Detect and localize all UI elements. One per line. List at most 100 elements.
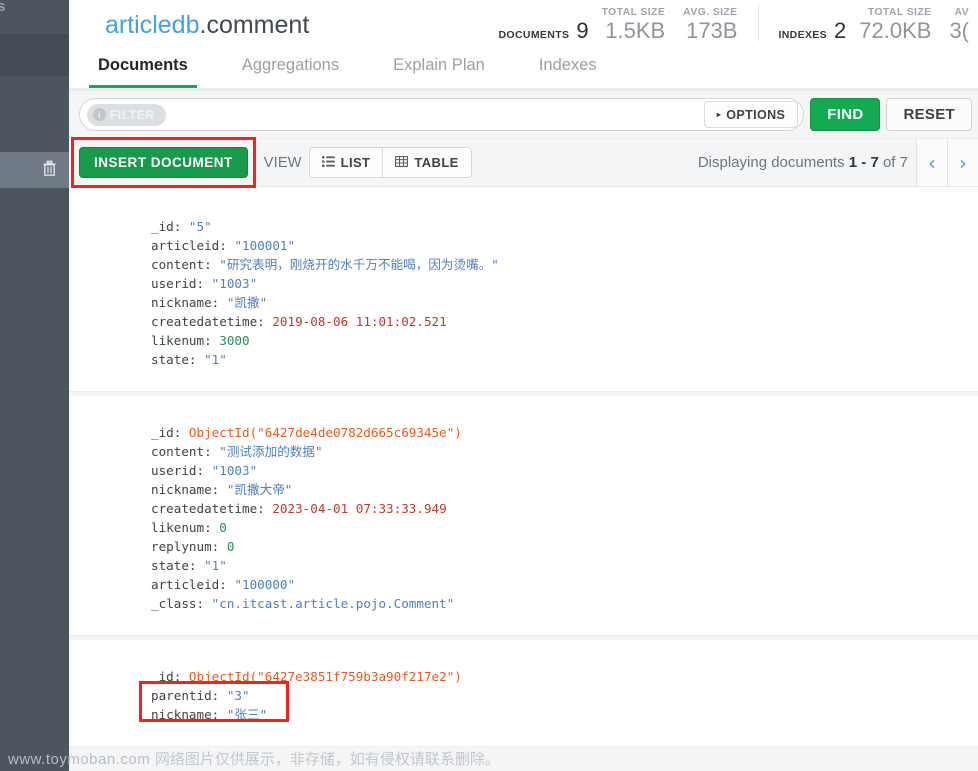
prev-page-button[interactable]: ‹ bbox=[916, 139, 947, 186]
tab-aggregations[interactable]: Aggregations bbox=[242, 50, 339, 85]
view-mode-list[interactable]: LIST bbox=[309, 148, 383, 177]
pagination-of: of bbox=[882, 154, 896, 171]
field-value: "凯撒大帝" bbox=[226, 482, 293, 497]
document-card[interactable]: _id: ObjectId("6427e3851f759b3a90f217e2"… bbox=[69, 640, 978, 747]
collection-stats: DOCUMENTS 9 TOTAL SIZE 1.5KB AVG. SIZE 1… bbox=[490, 0, 978, 50]
list-icon bbox=[321, 156, 335, 169]
sidebar-row-selected[interactable] bbox=[0, 152, 69, 188]
stats-divider bbox=[758, 5, 760, 41]
field-key: likenum: bbox=[151, 520, 220, 535]
document-field-line[interactable]: nickname: "凯撒" bbox=[151, 293, 978, 312]
view-mode-table[interactable]: TABLE bbox=[382, 148, 471, 177]
options-label: OPTIONS bbox=[726, 107, 786, 122]
reset-button[interactable]: RESET bbox=[886, 98, 972, 131]
document-field-line[interactable]: state: "1" bbox=[151, 556, 978, 575]
document-field-line[interactable]: _id: ObjectId("6427e3851f759b3a90f217e2"… bbox=[151, 667, 978, 686]
table-icon bbox=[395, 156, 409, 169]
indexes-stats: INDEXES 2 TOTAL SIZE 72.0KB AV 3( bbox=[769, 5, 978, 43]
field-value: "测试添加的数据" bbox=[219, 444, 323, 459]
view-mode-list-label: LIST bbox=[340, 155, 371, 170]
field-key: userid: bbox=[151, 463, 212, 478]
document-field-line[interactable]: userid: "1003" bbox=[151, 461, 978, 480]
document-field-line[interactable]: _id: "5" bbox=[151, 217, 978, 236]
document-field-line[interactable]: content: "研究表明，刚烧开的水千万不能喝，因为烫嘴。" bbox=[151, 255, 978, 274]
tab-indexes[interactable]: Indexes bbox=[539, 50, 597, 85]
document-field-line[interactable]: content: "测试添加的数据" bbox=[151, 442, 978, 461]
collection-tabs: Documents Aggregations Explain Plan Inde… bbox=[69, 50, 978, 91]
main-panel: articledb.comment DOCUMENTS 9 TOTAL SIZE… bbox=[69, 0, 978, 771]
view-mode-table-label: TABLE bbox=[414, 155, 459, 170]
field-value: 0 bbox=[226, 539, 235, 554]
field-value: "凯撒" bbox=[226, 295, 268, 310]
options-button[interactable]: ▸ OPTIONS bbox=[703, 101, 799, 128]
document-field-line[interactable]: state: "1" bbox=[151, 350, 978, 369]
document-field-line[interactable]: articleid: "100000" bbox=[151, 575, 978, 594]
filter-badge-label: FILTER bbox=[110, 107, 155, 122]
document-fields: _id: ObjectId("6427de4de0782d665c69345e"… bbox=[151, 423, 978, 613]
field-key: content: bbox=[151, 444, 220, 459]
documents-count-block: DOCUMENTS 9 bbox=[490, 19, 593, 43]
field-value: "研究表明，刚烧开的水千万不能喝，因为烫嘴。" bbox=[219, 257, 499, 272]
field-value: 2023-04-01 07:33:33.949 bbox=[272, 501, 447, 516]
collection-header: articledb.comment DOCUMENTS 9 TOTAL SIZE… bbox=[69, 0, 978, 50]
tab-explain-plan[interactable]: Explain Plan bbox=[393, 50, 485, 85]
namespace-title: articledb.comment bbox=[105, 11, 309, 40]
field-key: state: bbox=[151, 558, 205, 573]
field-value: "1003" bbox=[211, 463, 258, 478]
document-field-line[interactable]: nickname: "凯撒大帝" bbox=[151, 480, 978, 499]
document-field-line[interactable]: createdatetime: 2023-04-01 07:33:33.949 bbox=[151, 499, 978, 518]
field-key: content: bbox=[151, 257, 220, 272]
field-value: "3" bbox=[226, 688, 250, 703]
document-field-line[interactable]: replynum: 0 bbox=[151, 537, 978, 556]
document-field-line[interactable]: userid: "1003" bbox=[151, 274, 978, 293]
document-field-line[interactable]: likenum: 3000 bbox=[151, 331, 978, 350]
document-fields: _id: ObjectId("6427e3851f759b3a90f217e2"… bbox=[139, 667, 978, 724]
mongodb-compass-window: s articledb.comment DOCUMENTS 9 TOTAL SI… bbox=[0, 0, 978, 771]
trash-icon[interactable] bbox=[42, 159, 57, 177]
sidebar-row-top[interactable]: s bbox=[0, 0, 69, 34]
documents-stats: DOCUMENTS 9 TOTAL SIZE 1.5KB AVG. SIZE 1… bbox=[490, 5, 747, 43]
field-value: "5" bbox=[188, 219, 212, 234]
indexes-label: INDEXES bbox=[778, 29, 828, 41]
database-name: articledb bbox=[105, 10, 200, 39]
pagination-total: 7 bbox=[899, 154, 908, 171]
document-field-line[interactable]: nickname: "张三" bbox=[151, 705, 978, 724]
document-card[interactable]: _id: ObjectId("6427de4de0782d665c69345e"… bbox=[69, 396, 978, 636]
documents-list[interactable]: _id: "5" articleid: "100001" content: "研究表… bbox=[69, 190, 978, 771]
sidebar-row-header[interactable] bbox=[0, 34, 69, 76]
field-key: nickname: bbox=[151, 295, 227, 310]
document-field-line[interactable]: createdatetime: 2019-08-06 11:01:02.521 bbox=[151, 312, 978, 331]
document-field-line[interactable]: _id: ObjectId("6427de4de0782d665c69345e"… bbox=[151, 423, 978, 442]
document-field-line[interactable]: _class: "cn.itcast.article.pojo.Comment" bbox=[151, 594, 978, 613]
indexes-total-size-block: TOTAL SIZE 72.0KB bbox=[850, 5, 940, 43]
insert-document-wrapper: INSERT DOCUMENT bbox=[71, 137, 256, 188]
filter-input[interactable]: i FILTER ▸ OPTIONS bbox=[79, 98, 805, 131]
field-key: nickname: bbox=[151, 482, 227, 497]
view-label: VIEW bbox=[263, 154, 302, 171]
tab-documents[interactable]: Documents bbox=[89, 50, 197, 88]
field-value: ObjectId("6427de4de0782d665c69345e") bbox=[188, 425, 462, 440]
pagination-prefix: Displaying documents bbox=[697, 154, 845, 171]
insert-document-button[interactable]: INSERT DOCUMENT bbox=[79, 147, 248, 178]
field-key: parentid: bbox=[151, 688, 227, 703]
documents-total-size-block: TOTAL SIZE 1.5KB bbox=[593, 5, 675, 43]
document-card[interactable]: _id: "5" articleid: "100001" content: "研究表… bbox=[69, 190, 978, 392]
collection-name: comment bbox=[206, 10, 310, 39]
field-value: "1" bbox=[204, 352, 227, 367]
sidebar-row-list[interactable] bbox=[0, 76, 69, 152]
document-field-line[interactable]: articleid: "100001" bbox=[151, 236, 978, 255]
field-key: _id: bbox=[151, 669, 189, 684]
document-field-line[interactable]: parentid: "3" bbox=[151, 686, 978, 705]
next-page-button[interactable]: › bbox=[947, 139, 978, 186]
pagination-from: 1 bbox=[848, 154, 858, 171]
field-key: _id: bbox=[151, 425, 189, 440]
document-field-line[interactable]: likenum: 0 bbox=[151, 518, 978, 537]
pager-buttons: ‹ › bbox=[916, 139, 978, 186]
field-value: "张三" bbox=[226, 707, 268, 722]
indexes-total-size-value: 72.0KB bbox=[859, 18, 932, 43]
find-button[interactable]: FIND bbox=[810, 98, 881, 131]
filter-badge: i FILTER bbox=[87, 103, 166, 126]
pagination-dash: - bbox=[861, 154, 867, 171]
left-sidebar: s bbox=[0, 0, 69, 771]
pagination-area: Displaying documents 1 - 7 of 7 ‹ › bbox=[698, 139, 978, 186]
